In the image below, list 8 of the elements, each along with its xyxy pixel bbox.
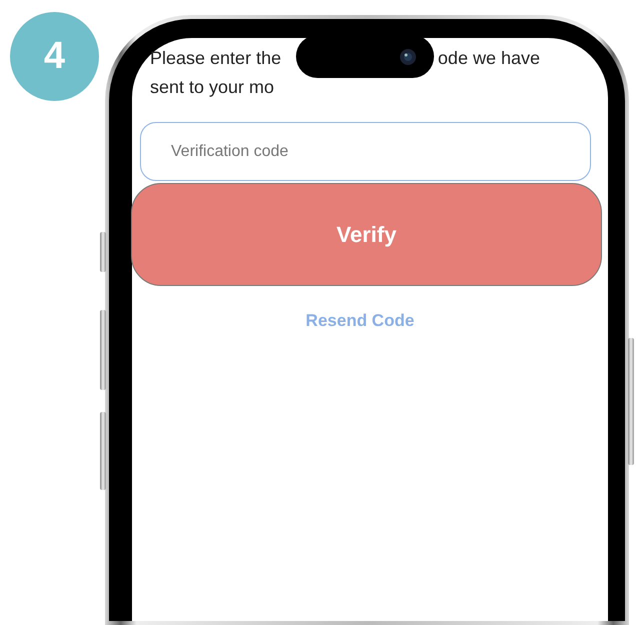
- resend-code-link[interactable]: Resend Code: [306, 308, 414, 334]
- instruction-text: Please enter the: [150, 47, 282, 70]
- verify-button[interactable]: Verify: [131, 183, 602, 286]
- step-badge: 4: [10, 12, 99, 101]
- verification-code-field[interactable]: Verification code: [140, 122, 591, 181]
- camera-icon: [400, 48, 416, 64]
- instruction-text: sent to your mo: [150, 76, 274, 99]
- instruction-text: ode we have: [438, 47, 540, 70]
